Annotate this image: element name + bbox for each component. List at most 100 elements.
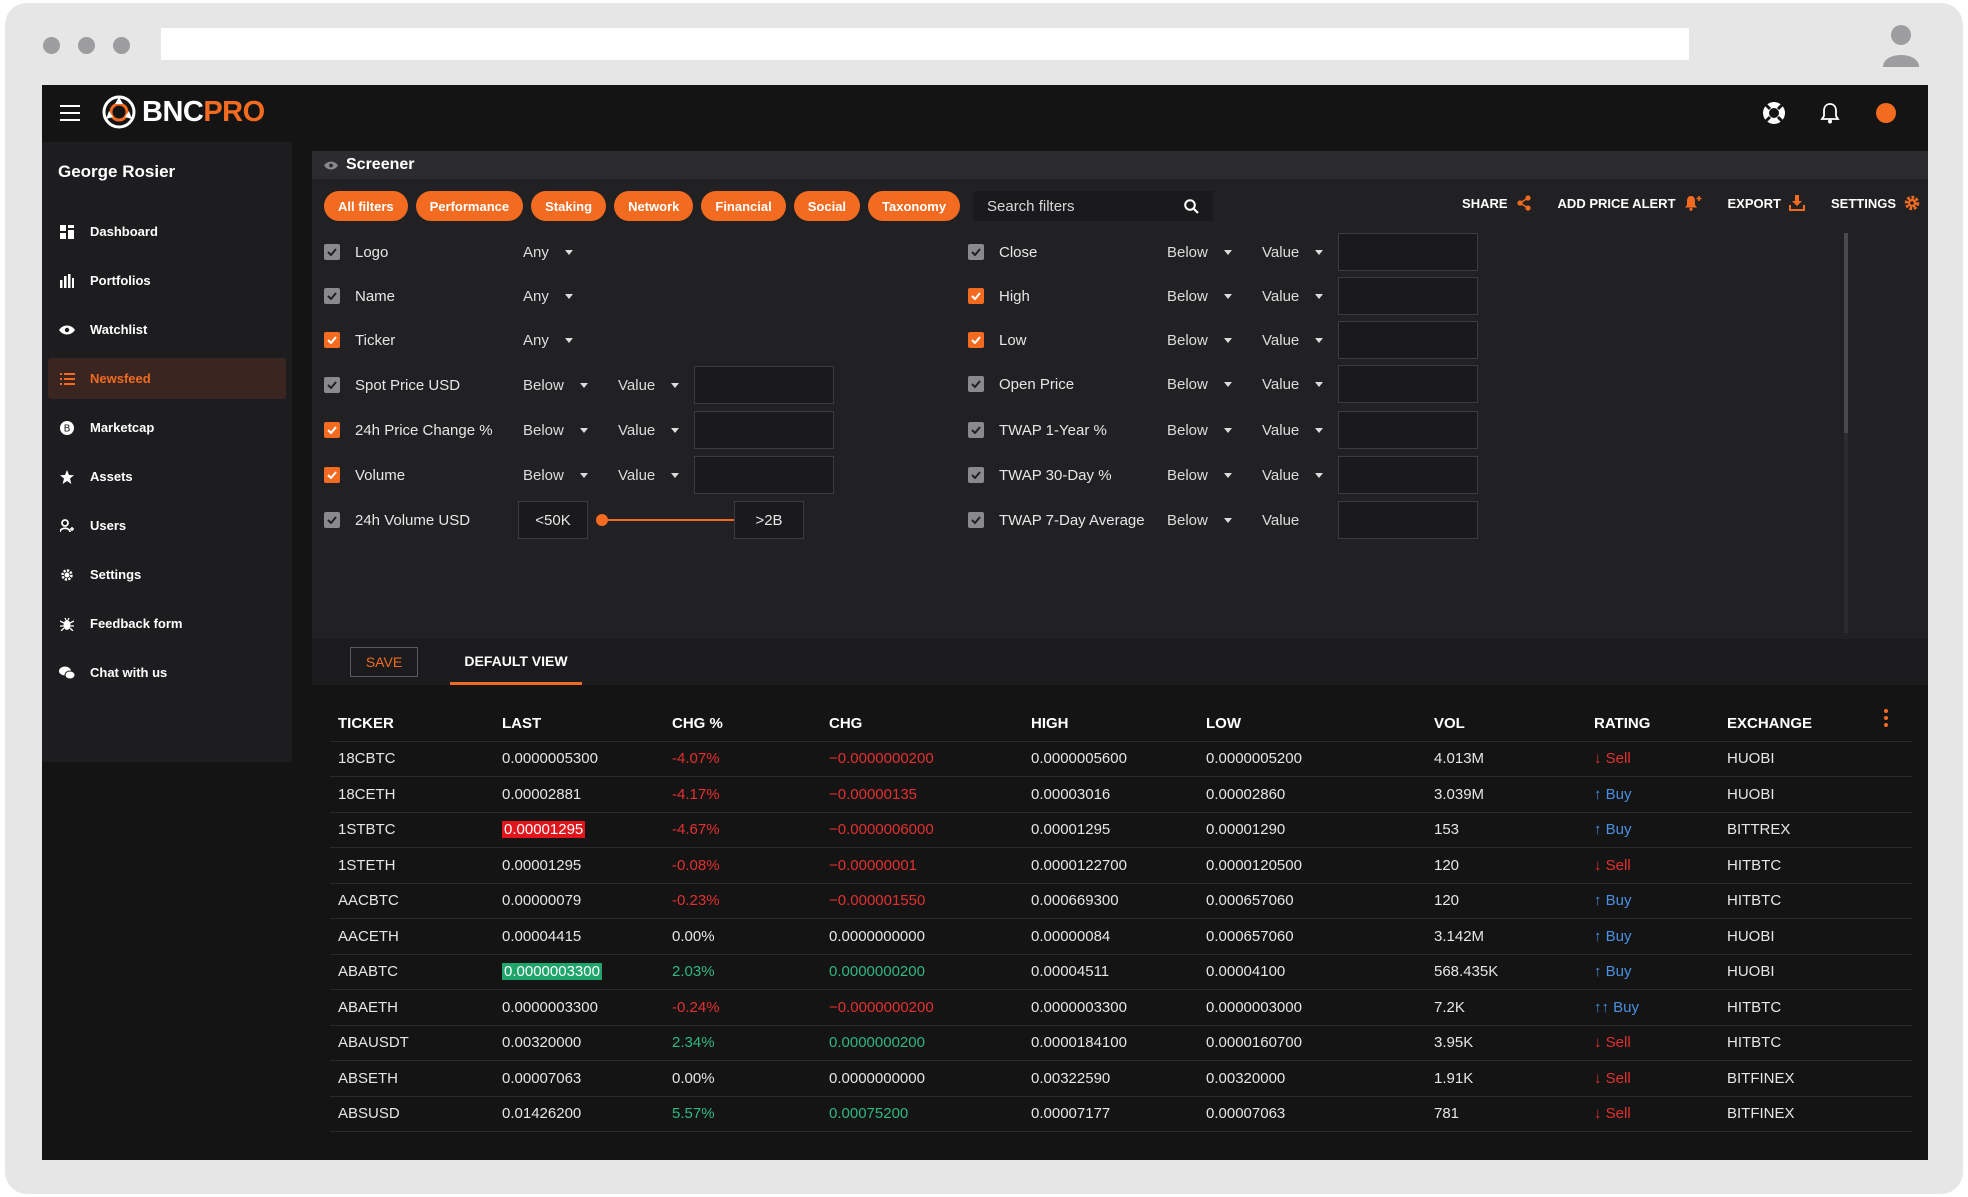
table-row[interactable]: ABSETH 0.00007063 0.00% 0.0000000000 0.00322… xyxy=(330,1060,1912,1097)
filter-value-input[interactable] xyxy=(1338,365,1478,403)
filter-checkbox[interactable] xyxy=(968,422,984,438)
table-row[interactable]: 18CBTC 0.0000005300 -4.07% −0.0000000200 0.0… xyxy=(330,741,1912,777)
sidebar-item-newsfeed[interactable]: Newsfeed xyxy=(48,358,286,399)
table-row[interactable]: AACBTC 0.00000079 -0.23% −0.000001550 0.0006… xyxy=(330,883,1912,919)
filter-mode-dropdown[interactable]: Value xyxy=(1262,332,1324,349)
filter-mode-dropdown[interactable]: Value xyxy=(1262,467,1324,484)
filter-mode-dropdown[interactable]: Value xyxy=(1262,422,1324,439)
filter-mode-dropdown[interactable]: Value xyxy=(618,422,680,439)
pill-performance[interactable]: Performance xyxy=(415,191,524,221)
column-header[interactable]: RATING xyxy=(1586,707,1719,742)
filters-scrollbar[interactable] xyxy=(1844,233,1848,633)
add-price-alert-button[interactable]: ADD PRICE ALERT xyxy=(1558,195,1702,211)
filter-checkbox[interactable] xyxy=(968,244,984,260)
table-row[interactable]: 1STBTC 0.00001295 -4.67% −0.0000006000 0.000… xyxy=(330,812,1912,848)
column-header[interactable]: LAST xyxy=(494,707,664,742)
filter-value-input[interactable] xyxy=(694,456,834,494)
save-button[interactable]: SAVE xyxy=(350,647,418,677)
table-row[interactable]: AACETH 0.00004415 0.00% 0.0000000000 0.00000… xyxy=(330,918,1912,955)
sidebar-item-watchlist[interactable]: Watchlist xyxy=(48,309,286,350)
filter-mode-dropdown[interactable]: Value xyxy=(1262,512,1299,529)
sidebar-item-marketcap[interactable]: B Marketcap xyxy=(48,407,286,448)
filter-checkbox[interactable] xyxy=(968,467,984,483)
table-row[interactable]: ABAUSDT 0.00320000 2.34% 0.0000000200 0.0000… xyxy=(330,1025,1912,1061)
filter-operator-dropdown[interactable]: Below xyxy=(1167,512,1232,529)
filter-operator-dropdown[interactable]: Below xyxy=(523,377,588,394)
filter-value-input[interactable] xyxy=(694,411,834,449)
sidebar-item-users[interactable]: Users xyxy=(48,505,286,546)
filter-checkbox[interactable] xyxy=(324,332,340,348)
address-bar[interactable] xyxy=(161,28,1689,60)
eye-icon[interactable] xyxy=(324,161,338,170)
pill-financial[interactable]: Financial xyxy=(701,191,786,221)
table-row[interactable]: ABABTC 0.0000003300 2.03% 0.0000000200 0.000… xyxy=(330,954,1912,990)
filter-operator-dropdown[interactable]: Below xyxy=(1167,376,1232,393)
filter-value-input[interactable] xyxy=(1338,321,1478,359)
filter-operator-dropdown[interactable]: Below xyxy=(1167,288,1232,305)
filter-checkbox[interactable] xyxy=(968,288,984,304)
filter-checkbox[interactable] xyxy=(968,376,984,392)
slider-min-handle[interactable] xyxy=(596,514,608,526)
search-icon[interactable] xyxy=(1184,198,1199,214)
filter-value-input[interactable] xyxy=(1338,277,1478,315)
search-filters-input[interactable] xyxy=(987,197,1167,215)
range-min-input[interactable]: <50K xyxy=(518,501,588,539)
filter-operator-dropdown[interactable]: Below xyxy=(1167,244,1232,261)
sidebar-item-feedback-form[interactable]: Feedback form xyxy=(48,603,286,644)
filter-value-input[interactable] xyxy=(694,366,834,404)
table-row[interactable]: 1STETH 0.00001295 -0.08% −0.00000001 0.00001… xyxy=(330,847,1912,884)
filter-mode-dropdown[interactable]: Value xyxy=(618,377,680,394)
filter-operator-dropdown[interactable]: Below xyxy=(523,467,588,484)
minimize-window-dot[interactable] xyxy=(78,37,95,54)
column-header[interactable]: EXCHANGE xyxy=(1719,707,1912,742)
sidebar-item-settings[interactable]: Settings xyxy=(48,554,286,595)
export-button[interactable]: EXPORT xyxy=(1728,195,1805,211)
profile-icon[interactable] xyxy=(1881,23,1921,67)
help-lifebuoy-icon[interactable] xyxy=(1760,99,1788,127)
pill-all-filters[interactable]: All filters xyxy=(324,191,408,221)
filter-checkbox[interactable] xyxy=(324,512,340,528)
filter-operator-dropdown[interactable]: Below xyxy=(1167,467,1232,484)
filter-mode-dropdown[interactable]: Value xyxy=(618,467,680,484)
settings-button[interactable]: SETTINGS xyxy=(1831,195,1920,211)
filter-operator-dropdown[interactable]: Any xyxy=(523,332,573,349)
table-row[interactable]: ABSUSD 0.01426200 5.57% 0.00075200 0.0000717… xyxy=(330,1096,1912,1132)
table-row[interactable]: 18CETH 0.00002881 -4.17% −0.00000135 0.00003… xyxy=(330,776,1912,813)
filter-checkbox[interactable] xyxy=(324,244,340,260)
filter-operator-dropdown[interactable]: Below xyxy=(1167,422,1232,439)
scrollbar-thumb[interactable] xyxy=(1844,233,1848,433)
close-window-dot[interactable] xyxy=(43,37,60,54)
maximize-window-dot[interactable] xyxy=(113,37,130,54)
column-header[interactable]: LOW xyxy=(1198,707,1426,742)
filter-checkbox[interactable] xyxy=(324,288,340,304)
filter-value-input[interactable] xyxy=(1338,456,1478,494)
column-header[interactable]: VOL xyxy=(1426,707,1586,742)
filter-operator-dropdown[interactable]: Any xyxy=(523,288,573,305)
filter-checkbox[interactable] xyxy=(324,467,340,483)
brand-logo[interactable]: BNCPRO xyxy=(102,95,265,129)
table-row[interactable]: ABAETH 0.0000003300 -0.24% −0.0000000200 0.0… xyxy=(330,989,1912,1026)
sidebar-item-chat[interactable]: Chat with us xyxy=(48,652,286,693)
volume-range-slider[interactable] xyxy=(596,514,756,526)
pill-social[interactable]: Social xyxy=(793,191,861,221)
share-button[interactable]: SHARE xyxy=(1462,195,1532,211)
menu-icon[interactable] xyxy=(60,105,80,121)
filter-checkbox[interactable] xyxy=(968,332,984,348)
filter-value-input[interactable] xyxy=(1338,501,1478,539)
column-header[interactable]: CHG % xyxy=(664,707,821,742)
sidebar-item-assets[interactable]: Assets xyxy=(48,456,286,497)
pill-staking[interactable]: Staking xyxy=(531,191,607,221)
filter-mode-dropdown[interactable]: Value xyxy=(1262,376,1324,393)
filter-value-input[interactable] xyxy=(1338,411,1478,449)
range-max-input[interactable]: >2B xyxy=(734,501,804,539)
filter-checkbox[interactable] xyxy=(324,422,340,438)
column-header[interactable]: HIGH xyxy=(1023,707,1198,742)
filter-checkbox[interactable] xyxy=(324,377,340,393)
filter-value-input[interactable] xyxy=(1338,233,1478,271)
filter-mode-dropdown[interactable]: Value xyxy=(1262,244,1324,261)
filter-checkbox[interactable] xyxy=(968,512,984,528)
pill-network[interactable]: Network xyxy=(614,191,694,221)
pill-taxonomy[interactable]: Taxonomy xyxy=(868,191,961,221)
filter-mode-dropdown[interactable]: Value xyxy=(1262,288,1324,305)
filter-operator-dropdown[interactable]: Below xyxy=(1167,332,1232,349)
